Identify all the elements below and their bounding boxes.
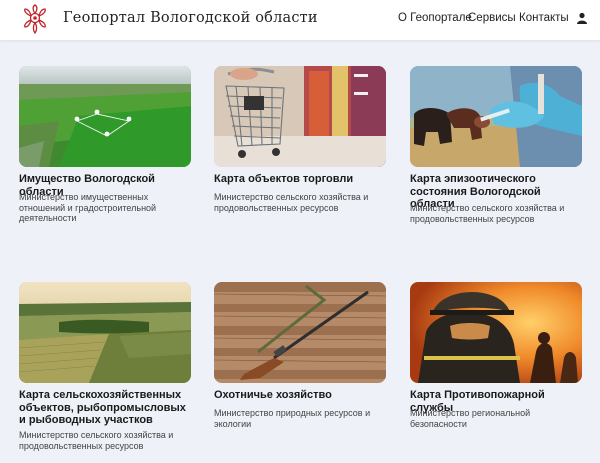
card-description: Министерство сельского хозяйства и продо… bbox=[410, 203, 565, 224]
hunting-rifle-image bbox=[214, 282, 386, 383]
top-header: Геопортал Вологодской области О Геопорта… bbox=[0, 0, 600, 40]
card-title[interactable]: Карта сельскохозяйственных объектов, рыб… bbox=[19, 389, 191, 427]
card-title[interactable]: Охотничье хозяйство bbox=[214, 389, 386, 402]
farmland-image bbox=[19, 282, 191, 383]
nav-services[interactable]: Сервисы bbox=[468, 12, 516, 24]
shopping-cart-image bbox=[214, 66, 386, 167]
card-description: Министерство региональной безопасности bbox=[410, 408, 531, 429]
user-icon[interactable] bbox=[576, 12, 588, 25]
nav-contacts[interactable]: Контакты bbox=[519, 12, 569, 24]
firefighter-image bbox=[410, 282, 582, 383]
nav-about[interactable]: О Геопортале bbox=[398, 12, 472, 24]
veterinary-cow-image bbox=[410, 66, 582, 167]
card-description: Министерство сельского хозяйства и продо… bbox=[214, 192, 369, 213]
card-description: Министерство сельского хозяйства и продо… bbox=[19, 430, 174, 451]
card-description: Министерство имущественных отношений и г… bbox=[19, 192, 157, 223]
logo-icon[interactable] bbox=[22, 4, 48, 34]
site-title[interactable]: Геопортал Вологодской области bbox=[63, 10, 318, 26]
card-title[interactable]: Карта объектов торговли bbox=[214, 173, 386, 186]
card-description: Министерство природных ресурсов и эколог… bbox=[214, 408, 371, 429]
aerial-field-image bbox=[19, 66, 191, 167]
